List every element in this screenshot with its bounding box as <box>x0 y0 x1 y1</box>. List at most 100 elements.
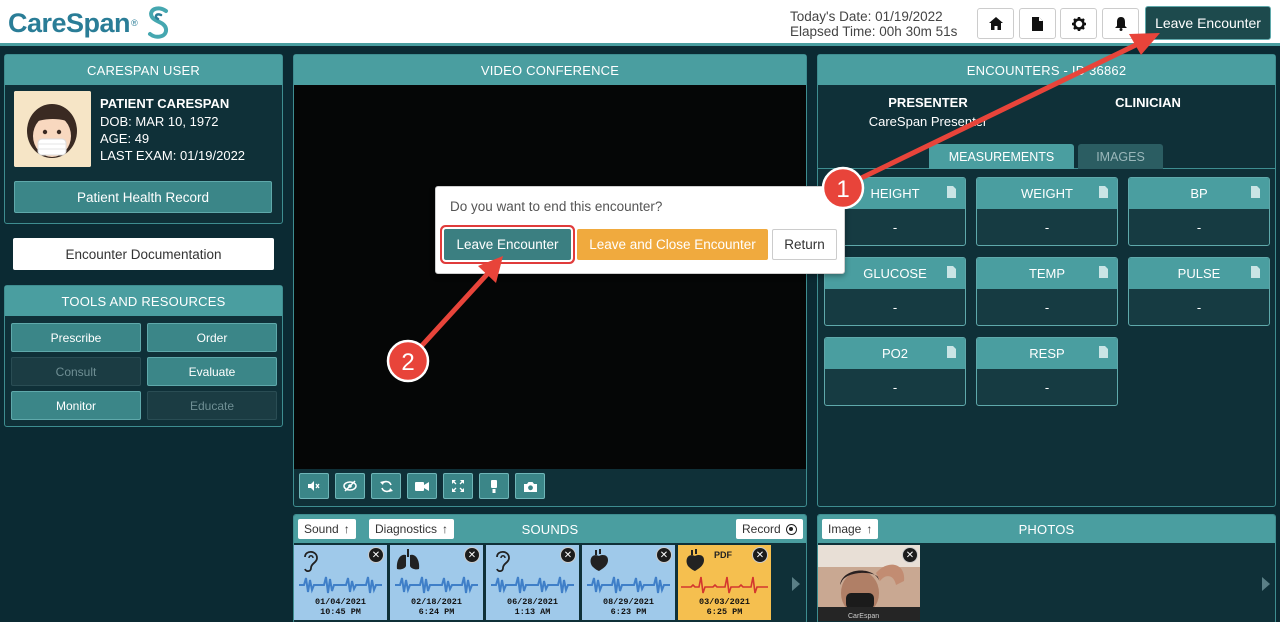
ear-icon <box>304 550 318 573</box>
session-info: Today's Date: 01/19/2022 Elapsed Time: 0… <box>790 9 957 39</box>
photos-panel-header: PHOTOS <box>818 515 1275 543</box>
measurement-card-resp[interactable]: RESP - <box>976 337 1118 406</box>
patient-dob: DOB: MAR 10, 1972 <box>100 113 245 130</box>
record-button[interactable]: Record <box>736 519 803 539</box>
notifications-button[interactable] <box>1102 8 1139 39</box>
leave-and-close-encounter-button[interactable]: Leave and Close Encounter <box>577 229 768 260</box>
hide-self-button[interactable] <box>335 473 365 499</box>
card-label: RESP <box>1029 346 1065 361</box>
delete-sound-button[interactable]: ✕ <box>560 547 576 563</box>
measurement-card-po2[interactable]: PO2 - <box>824 337 966 406</box>
document-icon <box>1032 16 1043 31</box>
sound-time: 6:24 PM <box>418 607 455 617</box>
lungs-icon <box>396 549 420 570</box>
delete-sound-button[interactable]: ✕ <box>752 547 768 563</box>
card-header: BP <box>1129 178 1269 209</box>
flashlight-button[interactable] <box>479 473 509 499</box>
measurement-card-pulse[interactable]: PULSE - <box>1128 257 1270 326</box>
scroll-right-icon[interactable] <box>792 577 800 591</box>
age-label: AGE: <box>100 131 132 146</box>
patient-health-record-button[interactable]: Patient Health Record <box>14 181 272 213</box>
carespan-logo[interactable]: CareSpan ® <box>8 4 172 42</box>
diagnostic-pdf-thumbnail[interactable]: PDF ✕ 03/03/2021 6:25 PM <box>678 545 771 620</box>
scroll-right-icon[interactable] <box>1262 577 1270 591</box>
delete-photo-button[interactable]: ✕ <box>902 547 918 563</box>
card-value: - <box>1196 300 1202 315</box>
card-header: PULSE <box>1129 258 1269 289</box>
diagnostics-upload-button[interactable]: Diagnostics ↑ <box>369 519 455 539</box>
measurement-card-weight[interactable]: WEIGHT - <box>976 177 1118 246</box>
sound-timestamp: 06/28/2021 1:13 AM <box>486 597 579 617</box>
switch-camera-button[interactable] <box>371 473 401 499</box>
sound-date: 03/03/2021 <box>698 597 750 607</box>
hide-self-icon <box>343 480 357 492</box>
measurement-card-temp[interactable]: TEMP - <box>976 257 1118 326</box>
document-icon <box>947 346 956 358</box>
measurement-card-bp[interactable]: BP - <box>1128 177 1270 246</box>
card-value: - <box>1044 380 1050 395</box>
mute-button[interactable] <box>299 473 329 499</box>
tab-measurements[interactable]: MEASUREMENTS <box>929 144 1074 169</box>
monitor-button[interactable]: Monitor <box>11 391 141 420</box>
home-button[interactable] <box>977 8 1014 39</box>
sound-time: 1:13 AM <box>514 607 551 617</box>
diagnostics-upload-label: Diagnostics <box>375 522 438 536</box>
educate-button[interactable]: Educate <box>147 391 277 420</box>
avatar-illustration <box>14 91 91 167</box>
delete-sound-button[interactable]: ✕ <box>368 547 384 563</box>
sound-upload-button[interactable]: Sound ↑ <box>298 519 356 539</box>
document-icon <box>1251 186 1260 198</box>
last-exam-value: 01/19/2022 <box>179 148 246 163</box>
documents-button[interactable] <box>1019 8 1056 39</box>
leave-encounter-button[interactable]: Leave Encounter <box>444 229 571 260</box>
video-toggle-button[interactable] <box>407 473 437 499</box>
patient-info: PATIENT CARESPAN DOB: MAR 10, 1972 AGE: … <box>100 95 245 164</box>
leave-encounter-header-button[interactable]: Leave Encounter <box>1145 6 1271 40</box>
measurement-card-height[interactable]: HEIGHT - <box>824 177 966 246</box>
delete-sound-button[interactable]: ✕ <box>656 547 672 563</box>
card-header: WEIGHT <box>977 178 1117 209</box>
video-camera-icon <box>415 481 429 491</box>
user-panel: CARESPAN USER PATIENT CARESPAN DOB: MAR … <box>4 54 283 224</box>
card-value: - <box>892 300 898 315</box>
sound-thumbnail[interactable]: ✕ 02/18/2021 6:24 PM <box>390 545 483 620</box>
image-upload-button[interactable]: Image ↑ <box>822 519 879 539</box>
ear-icon <box>496 550 510 573</box>
photo-thumbnail[interactable]: CarEspan ✕ <box>818 545 920 621</box>
measurement-card-glucose[interactable]: GLUCOSE - <box>824 257 966 326</box>
card-value: - <box>892 380 898 395</box>
sound-time: 6:23 PM <box>610 607 647 617</box>
evaluate-button[interactable]: Evaluate <box>147 357 277 386</box>
card-label: PULSE <box>1177 266 1221 281</box>
order-button[interactable]: Order <box>147 323 277 352</box>
tab-images[interactable]: IMAGES <box>1078 144 1163 169</box>
upload-arrow-icon: ↑ <box>866 522 873 536</box>
logo-text: CareSpan <box>8 7 131 38</box>
waveform-graphic <box>587 576 670 594</box>
dob-label: DOB: <box>100 114 132 129</box>
ecg-graphic <box>681 576 768 594</box>
delete-sound-button[interactable]: ✕ <box>464 547 480 563</box>
prescribe-button[interactable]: Prescribe <box>11 323 141 352</box>
sound-thumbnail[interactable]: ✕ 06/28/2021 1:13 AM <box>486 545 579 620</box>
sound-date: 06/28/2021 <box>506 597 558 607</box>
sound-timestamp: 03/03/2021 6:25 PM <box>678 597 771 617</box>
sound-thumbnail[interactable]: ✕ 08/29/2021 6:23 PM <box>582 545 675 620</box>
pdf-label: PDF <box>714 550 732 560</box>
return-button[interactable]: Return <box>772 229 837 260</box>
fullscreen-button[interactable] <box>443 473 473 499</box>
heart-icon <box>590 549 608 571</box>
sound-timestamp: 02/18/2021 6:24 PM <box>390 597 483 617</box>
presenter-label: PRESENTER <box>888 95 968 110</box>
sound-date: 02/18/2021 <box>410 597 462 607</box>
encounter-documentation-button[interactable]: Encounter Documentation <box>13 238 274 270</box>
end-encounter-dialog: Do you want to end this encounter? Leave… <box>435 186 845 274</box>
patient-avatar <box>14 91 91 167</box>
consult-button[interactable]: Consult <box>11 357 141 386</box>
video-stream[interactable] <box>294 85 806 469</box>
snapshot-button[interactable] <box>515 473 545 499</box>
settings-button[interactable] <box>1060 8 1097 39</box>
sound-thumbnail[interactable]: ✕ 01/04/2021 10:45 PM <box>294 545 387 620</box>
sound-timestamp: 01/04/2021 10:45 PM <box>294 597 387 617</box>
document-icon <box>1099 266 1108 278</box>
